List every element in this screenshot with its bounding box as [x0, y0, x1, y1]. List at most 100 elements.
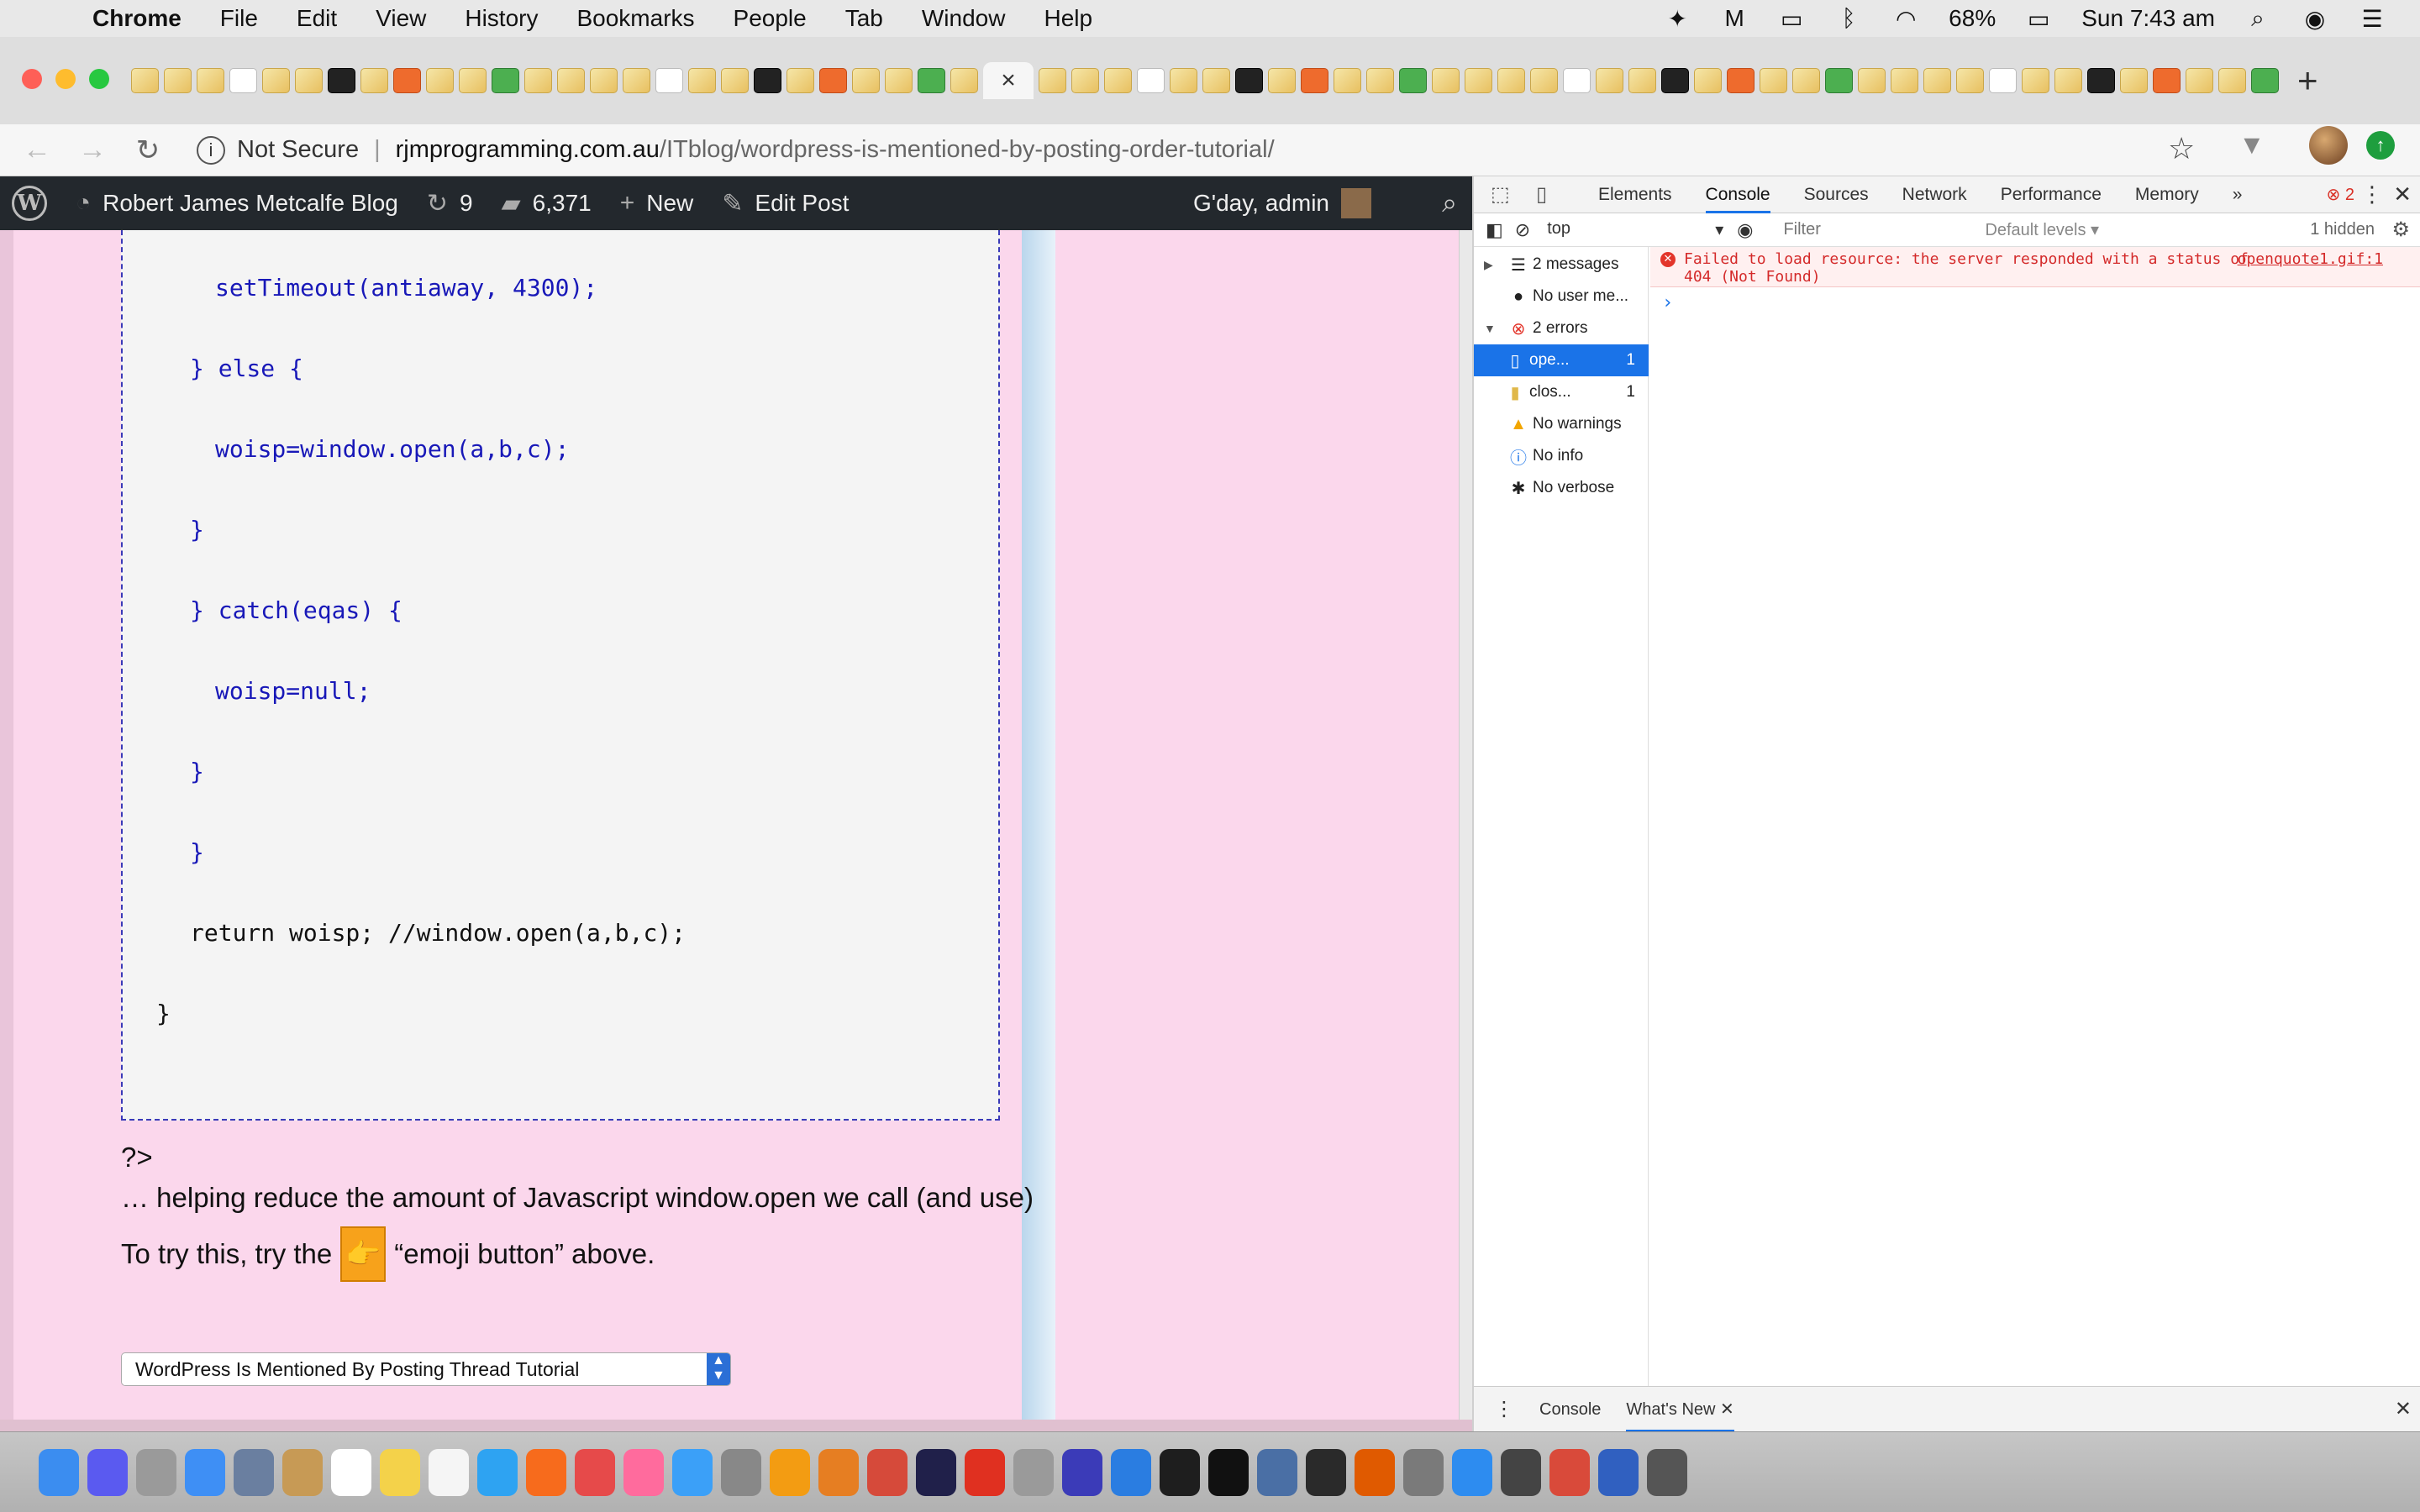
security-label[interactable]: Not Secure	[237, 136, 359, 164]
dock-app-icon[interactable]	[575, 1448, 615, 1496]
tab-favicon[interactable]	[524, 68, 552, 93]
window-minimize-button[interactable]	[55, 69, 76, 89]
thread-select-value[interactable]: WordPress Is Mentioned By Posting Thread…	[135, 1358, 579, 1381]
dock-app-icon[interactable]	[1598, 1448, 1639, 1496]
url-host[interactable]: rjmprogramming.com.au	[396, 136, 660, 164]
tab-favicon[interactable]	[262, 68, 290, 93]
active-tab-close-button[interactable]: ×	[983, 62, 1034, 99]
tab-favicon[interactable]	[197, 68, 224, 93]
context-value[interactable]: top	[1547, 219, 1570, 240]
profile-avatar[interactable]	[2309, 126, 2348, 165]
siri-icon[interactable]: ◉	[2301, 4, 2329, 33]
dock-app-icon[interactable]	[1647, 1448, 1687, 1496]
tab-favicon[interactable]	[1268, 68, 1296, 93]
menu-bookmarks[interactable]: Bookmarks	[576, 5, 694, 32]
tab-favicon[interactable]	[557, 68, 585, 93]
new-tab-button[interactable]: +	[2297, 60, 2318, 101]
error-count-badge[interactable]: ⊗ 2	[2327, 184, 2354, 205]
tab-elements[interactable]: Elements	[1598, 176, 1672, 213]
tab-favicon[interactable]	[393, 68, 421, 93]
tab-favicon[interactable]	[1497, 68, 1525, 93]
dock-app-icon[interactable]	[429, 1448, 469, 1496]
tab-favicon[interactable]	[1923, 68, 1951, 93]
spotlight-search-icon[interactable]: ⌕	[2244, 4, 2272, 33]
dock-app-icon[interactable]	[1549, 1448, 1590, 1496]
tab-sources[interactable]: Sources	[1804, 176, 1869, 213]
cat-app-icon[interactable]: ✦	[1663, 4, 1691, 33]
console-prompt[interactable]: ›	[1662, 292, 1673, 313]
console-filter-input[interactable]	[1783, 220, 1986, 239]
error-count[interactable]: 2	[2345, 186, 2354, 204]
tab-favicon[interactable]	[1628, 68, 1656, 93]
dock-app-icon[interactable]	[1111, 1448, 1151, 1496]
sidebar-item-warnings[interactable]: ▲ No warnings	[1474, 408, 1649, 440]
console-settings-gear-icon[interactable]: ⚙	[2391, 218, 2410, 242]
tab-favicon[interactable]	[1694, 68, 1722, 93]
device-toolbar-icon[interactable]: ▯	[1536, 182, 1565, 207]
dock-app-icon[interactable]	[1208, 1448, 1249, 1496]
tab-favicon[interactable]	[1727, 68, 1754, 93]
tab-favicon[interactable]	[2087, 68, 2115, 93]
menu-tab[interactable]: Tab	[845, 5, 883, 32]
dock-app-icon[interactable]	[526, 1448, 566, 1496]
url-path[interactable]: /ITblog/wordpress-is-mentioned-by-postin…	[660, 136, 1275, 164]
tab-favicon[interactable]	[459, 68, 487, 93]
tab-favicon[interactable]	[1596, 68, 1623, 93]
emoji-button[interactable]: 👉	[340, 1226, 387, 1282]
sidebar-item-info[interactable]: ⓘ No info	[1474, 440, 1649, 472]
window-close-button[interactable]	[22, 69, 42, 89]
tab-memory[interactable]: Memory	[2135, 176, 2199, 213]
live-expression-eye-icon[interactable]: ◉	[1737, 219, 1753, 241]
console-error-message[interactable]: ✕ Failed to load resource: the server re…	[1650, 247, 2420, 287]
context-selector[interactable]: top ▾	[1547, 219, 1723, 240]
tab-favicon[interactable]	[1465, 68, 1492, 93]
drawer-close-icon[interactable]: ✕	[2395, 1397, 2412, 1421]
dock-app-icon[interactable]	[331, 1448, 371, 1496]
address-bar[interactable]: i Not Secure | rjmprogramming.com.au/ITb…	[188, 130, 2188, 171]
wifi-icon[interactable]: ◠	[1891, 4, 1920, 33]
tab-network[interactable]: Network	[1902, 176, 1967, 213]
tab-favicon[interactable]	[2153, 68, 2181, 93]
tab-favicon[interactable]	[950, 68, 978, 93]
dock-app-icon[interactable]	[770, 1448, 810, 1496]
extension-icon[interactable]: ▼	[2238, 129, 2265, 160]
tab-favicon[interactable]	[1334, 68, 1361, 93]
bookmark-star-icon[interactable]: ☆	[2168, 131, 2195, 166]
update-available-icon[interactable]: ↑	[2366, 131, 2395, 160]
sidebar-item-error-file-open[interactable]: ▯ ope... 1	[1474, 344, 1649, 376]
tab-favicon[interactable]	[1432, 68, 1460, 93]
tab-favicon[interactable]	[1661, 68, 1689, 93]
tab-favicon[interactable]	[295, 68, 323, 93]
menu-file[interactable]: File	[220, 5, 258, 32]
menu-app-name[interactable]: Chrome	[92, 5, 182, 32]
tab-favicon[interactable]	[1956, 68, 1984, 93]
dock-app-icon[interactable]	[1501, 1448, 1541, 1496]
tab-favicon[interactable]	[1137, 68, 1165, 93]
menu-view[interactable]: View	[376, 5, 426, 32]
tab-favicon[interactable]	[1891, 68, 1918, 93]
dock-app-icon[interactable]	[672, 1448, 713, 1496]
wp-greeting[interactable]: G'day, admin	[1193, 190, 1329, 217]
notification-center-icon[interactable]: ☰	[2358, 4, 2386, 33]
sidebar-item-verbose[interactable]: ✱ No verbose	[1474, 472, 1649, 504]
battery-percent[interactable]: 68%	[1949, 5, 1996, 32]
tab-favicon[interactable]	[623, 68, 650, 93]
battery-icon[interactable]: ▭	[2024, 4, 2053, 33]
dock-app-icon[interactable]	[234, 1448, 274, 1496]
tab-favicon[interactable]	[1170, 68, 1197, 93]
wp-edit-post-label[interactable]: Edit Post	[755, 190, 849, 217]
tab-favicon[interactable]	[1792, 68, 1820, 93]
page-scrollbar[interactable]	[1459, 230, 1472, 1431]
dock-app-icon[interactable]	[1013, 1448, 1054, 1496]
wp-new-label[interactable]: New	[646, 190, 693, 217]
menu-window[interactable]: Window	[922, 5, 1006, 32]
menu-history[interactable]: History	[465, 5, 538, 32]
back-arrow-icon[interactable]: ←	[18, 134, 55, 166]
tab-performance[interactable]: Performance	[2001, 176, 2102, 213]
bluetooth-icon[interactable]: ᛒ	[1834, 4, 1863, 33]
wp-updates-count[interactable]: 9	[460, 190, 473, 217]
tab-favicon[interactable]	[1301, 68, 1328, 93]
dock-app-icon[interactable]	[1257, 1448, 1297, 1496]
wp-new-item[interactable]: + New	[620, 189, 694, 218]
wp-comments-item[interactable]: ▰ 6,371	[502, 189, 592, 218]
